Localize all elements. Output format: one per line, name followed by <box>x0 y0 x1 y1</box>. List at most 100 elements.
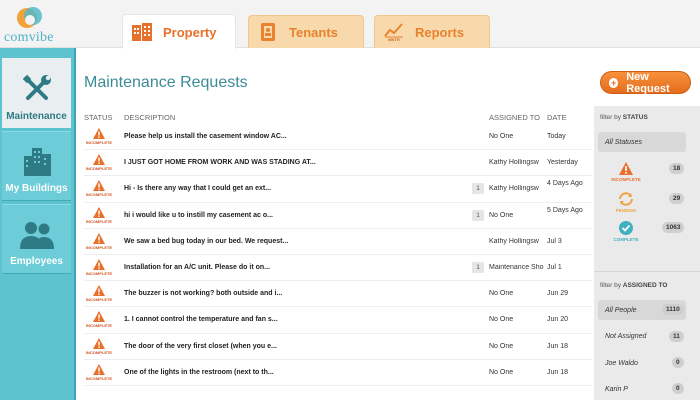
filter-status-label: COMPLETE <box>613 237 639 242</box>
address-book-icon <box>257 21 279 43</box>
logo-mark-icon <box>17 7 42 28</box>
warning-icon <box>93 337 105 349</box>
filter-person-karin-p[interactable]: Karin P <box>605 386 628 393</box>
people-icon <box>19 222 54 249</box>
table-row[interactable]: INCOMPLETE hi i would like u to instill m… <box>84 203 592 229</box>
filter-person-not-assigned[interactable]: Not Assigned <box>605 333 646 340</box>
row-date: Jun 20 <box>547 316 569 324</box>
row-assigned-to: No One <box>489 342 514 350</box>
status-badge: INCOMPLETE <box>84 311 114 328</box>
filter-status-label: PENDING <box>615 208 637 213</box>
warning-icon <box>93 311 105 323</box>
status-label: INCOMPLETE <box>85 166 113 172</box>
filter-status-incomplete[interactable]: INCOMPLETE <box>604 162 648 182</box>
filter-assigned-heading: filter by ASSIGNED TO <box>600 282 667 289</box>
filter-person-joe-waldo[interactable]: Joe Waldo <box>605 360 638 367</box>
row-date: 5 Days Ago <box>547 206 583 214</box>
warning-icon <box>93 180 105 192</box>
filter-status-complete[interactable]: COMPLETE <box>604 221 648 242</box>
status-badge: INCOMPLETE <box>84 154 114 171</box>
column-status[interactable]: STATUS <box>84 113 112 122</box>
row-description: One of the lights in the restroom (next … <box>124 368 274 376</box>
warning-icon <box>93 258 105 270</box>
line-chart-icon: MNTR <box>383 21 405 43</box>
status-label: INCOMPLETE <box>85 323 113 329</box>
row-assigned-to: Kathy Hollingsw <box>489 159 539 167</box>
filter-panel: filter by STATUS All Statuses INCOMPLETE… <box>594 106 700 400</box>
status-badge: INCOMPLETE <box>84 363 114 381</box>
row-assigned-to: No One <box>489 133 514 140</box>
filter-assigned-prefix: filter by <box>600 282 621 289</box>
status-badge: INCOMPLETE <box>84 206 114 224</box>
count-badge: 29 <box>669 193 685 204</box>
table-row[interactable]: INCOMPLETE The door of the very first clo… <box>84 334 592 360</box>
table-row[interactable]: INCOMPLETE We saw a bed bug today in our … <box>84 229 592 255</box>
tab-reports[interactable]: MNTR Reports <box>374 15 490 48</box>
row-date: Jun 18 <box>547 342 569 350</box>
status-badge: INCOMPLETE <box>84 258 114 276</box>
status-label: INCOMPLETE <box>85 218 113 224</box>
plus-icon: + <box>609 77 619 88</box>
filter-assigned-title: ASSIGNED TO <box>622 282 668 289</box>
table-row[interactable]: INCOMPLETE 1. I cannot control the temper… <box>84 307 592 334</box>
comvibe-logo[interactable]: comvibe <box>0 0 74 48</box>
tab-tenants[interactable]: Tenants <box>248 15 364 48</box>
status-label: INCOMPLETE <box>85 349 113 355</box>
sidebar-item-employees[interactable]: Employees <box>2 204 71 274</box>
table-row[interactable]: INCOMPLETE Installation for an A/C unit. … <box>84 255 592 282</box>
row-description: hi i would like u to instill my casement… <box>124 211 273 219</box>
pending-arrows-icon <box>619 192 633 206</box>
filter-divider <box>594 271 700 272</box>
tab-tenants-label: Tenants <box>289 24 338 40</box>
sidebar-item-label: My Buildings <box>5 183 68 194</box>
warning-icon <box>619 162 633 175</box>
status-badge: INCOMPLETE <box>84 337 114 355</box>
top-bar: comvibe Property Tenants MNTR Reports <box>0 0 700 49</box>
warning-icon <box>93 206 105 218</box>
warning-icon <box>93 363 105 375</box>
tab-reports-label: Reports <box>415 24 465 40</box>
reports-icon-caption: MNTR <box>388 37 400 42</box>
status-label: INCOMPLETE <box>85 244 113 250</box>
row-assigned-to: Kathy Hollingsw <box>489 237 539 245</box>
filter-all-statuses[interactable]: All Statuses <box>598 132 686 152</box>
row-description: Installation for an A/C unit. Please do … <box>124 263 270 271</box>
column-date[interactable]: DATE <box>547 113 566 122</box>
table-row[interactable]: INCOMPLETE Please help us install the cas… <box>84 124 592 151</box>
filter-status-title: STATUS <box>622 114 648 121</box>
row-date: Jun 29 <box>547 290 569 298</box>
column-assigned-to[interactable]: ASSIGNED TO <box>489 113 540 122</box>
table-row[interactable]: INCOMPLETE I JUST GOT HOME FROM WORK AND … <box>84 150 592 177</box>
table-row[interactable]: INCOMPLETE The buzzer is not working? bot… <box>84 281 592 308</box>
status-badge: INCOMPLETE <box>84 180 114 197</box>
filter-status-heading: filter by STATUS <box>600 114 648 121</box>
filter-status-pending[interactable]: PENDING <box>604 192 648 213</box>
sidebar: Maintenance My Buildings Employees <box>0 48 76 400</box>
logo-text: comvibe <box>4 30 54 45</box>
warning-icon <box>93 154 105 166</box>
status-badge: INCOMPLETE <box>84 285 114 302</box>
sidebar-item-maintenance[interactable]: Maintenance <box>2 58 71 128</box>
table-row[interactable]: INCOMPLETE Hi - Is there any way that I c… <box>84 176 592 203</box>
sidebar-item-my-buildings[interactable]: My Buildings <box>2 131 71 201</box>
new-request-button[interactable]: + New Request <box>600 71 691 95</box>
row-assigned-to: No One <box>489 316 514 324</box>
warning-icon <box>93 232 105 244</box>
row-date: Yesterday <box>547 159 578 167</box>
building-icon <box>131 21 153 43</box>
status-label: INCOMPLETE <box>85 140 113 145</box>
tools-icon <box>22 74 51 100</box>
row-date: Jul 1 <box>547 263 562 271</box>
status-badge: INCOMPLETE <box>84 128 114 145</box>
page-title: Maintenance Requests <box>84 74 248 91</box>
table-row[interactable]: INCOMPLETE One of the lights in the restr… <box>84 360 592 386</box>
tab-property[interactable]: Property <box>122 14 236 49</box>
count-badge: 11 <box>669 331 684 342</box>
row-date: Jun 18 <box>547 368 569 376</box>
comment-count-badge: 1 <box>472 183 484 195</box>
row-description: The door of the very first closet (when … <box>124 342 277 350</box>
column-description[interactable]: DESCRIPTION <box>124 113 175 122</box>
row-description: Please help us install the casement wind… <box>124 133 287 140</box>
row-assigned-to: Kathy Hollingsw <box>489 185 539 193</box>
count-badge: 1063 <box>662 222 685 233</box>
